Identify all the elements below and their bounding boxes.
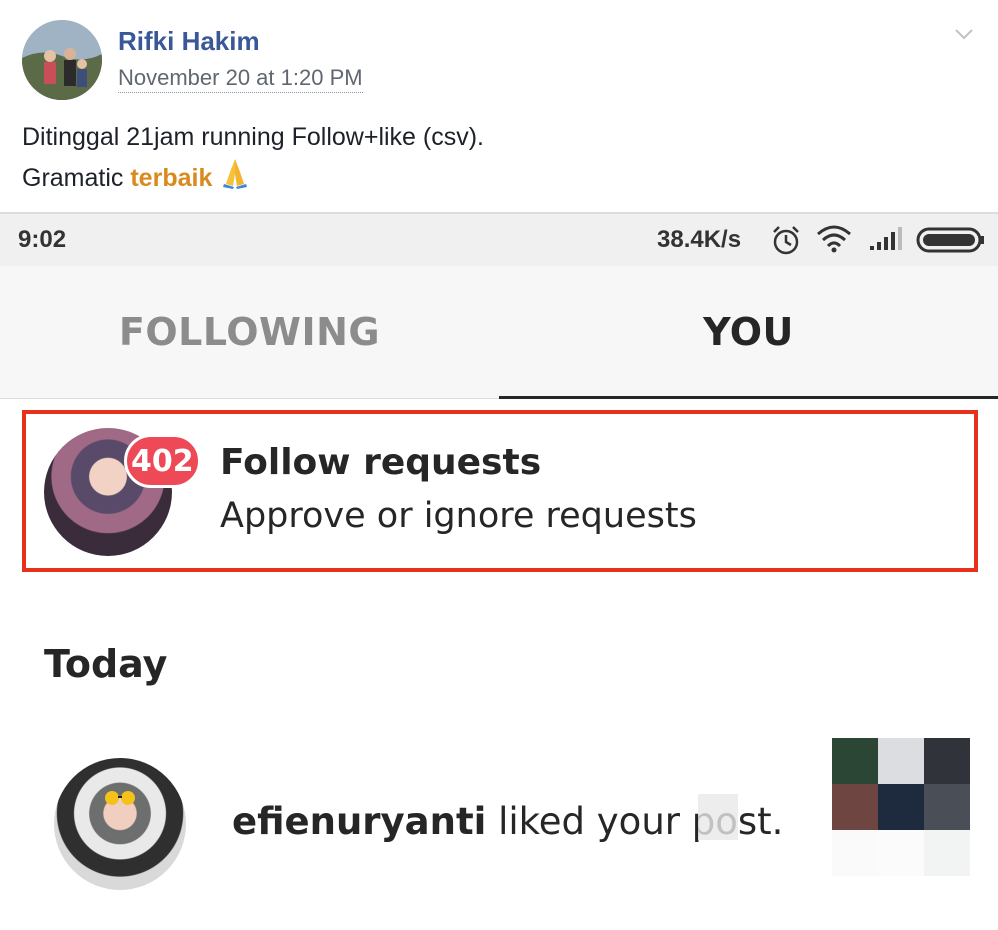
user-avatar[interactable]	[54, 758, 186, 890]
post-body: Ditinggal 21jam running Follow+like (csv…	[22, 118, 484, 201]
activity-username[interactable]: efienuryanti	[232, 800, 486, 843]
status-time: 9:02	[18, 226, 67, 253]
instagram-screenshot: 9:02 38.4K/s FOLLOWING YOU 402 Follow re…	[0, 212, 998, 930]
post-line-2-prefix: Gramatic	[22, 164, 131, 192]
activity-item[interactable]: efienuryanti liked your post.	[0, 738, 998, 894]
status-bar: 9:02 38.4K/s	[0, 214, 998, 266]
follow-requests-subtitle: Approve or ignore requests	[220, 496, 697, 536]
post-timestamp[interactable]: November 20 at 1:20 PM	[118, 64, 363, 93]
wifi-icon	[816, 224, 852, 259]
author-avatar[interactable]	[22, 20, 102, 100]
activity-tabs: FOLLOWING YOU	[0, 266, 998, 399]
follow-request-count-badge: 402	[124, 434, 201, 488]
chevron-down-icon[interactable]	[952, 22, 976, 46]
network-speed: 38.4K/s	[657, 226, 742, 253]
facebook-post-header: Rifki Hakim November 20 at 1:20 PM Ditin…	[0, 0, 998, 212]
post-line-1: Ditinggal 21jam running Follow+like (csv…	[22, 123, 484, 151]
author-name[interactable]: Rifki Hakim	[118, 26, 260, 57]
blurred-area	[698, 794, 738, 840]
tab-you[interactable]: YOU	[499, 266, 998, 399]
alarm-icon	[770, 224, 802, 261]
follow-requests-title: Follow requests	[220, 442, 542, 483]
praying-hands-icon	[218, 156, 252, 201]
follow-request-avatar: 402	[44, 428, 201, 556]
post-thumbnail[interactable]	[832, 738, 970, 878]
battery-icon	[916, 226, 986, 259]
section-title-today: Today	[44, 642, 168, 686]
hashtag-link[interactable]: terbaik	[130, 164, 212, 192]
tab-following[interactable]: FOLLOWING	[0, 266, 499, 398]
follow-requests-row[interactable]: 402 Follow requests Approve or ignore re…	[22, 410, 978, 572]
post-line-2: Gramatic terbaik	[22, 156, 484, 201]
signal-icon	[868, 224, 906, 259]
activity-action: liked your post.	[486, 800, 784, 843]
